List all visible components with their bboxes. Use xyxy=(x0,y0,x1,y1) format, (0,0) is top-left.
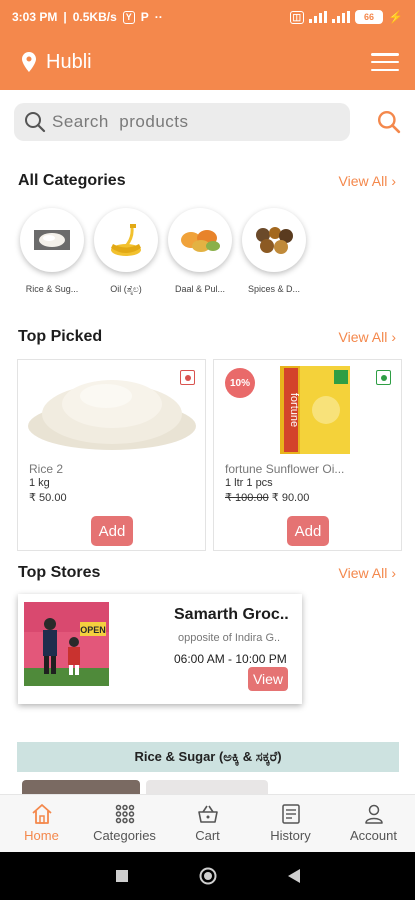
category-item[interactable]: Rice & Sug... xyxy=(20,208,84,295)
product-old-price: ₹ 100.00 xyxy=(225,492,269,504)
product-quantity: 1 kg xyxy=(29,477,50,489)
signal-icon xyxy=(332,11,351,23)
vibrate-icon: ◫ xyxy=(289,10,305,24)
section-title: Top Stores xyxy=(18,564,101,581)
charging-icon: ⚡ xyxy=(388,10,403,24)
category-item[interactable]: Spices & D... xyxy=(242,208,306,295)
home-icon xyxy=(31,804,52,824)
nav-categories[interactable]: Categories xyxy=(83,795,166,852)
receipt-icon xyxy=(281,804,300,824)
basket-icon xyxy=(197,805,218,823)
battery-icon: 66 xyxy=(355,10,384,24)
category-label: Oil (ತೈಲ) xyxy=(110,284,142,294)
search-input[interactable] xyxy=(52,112,322,132)
nav-label: Cart xyxy=(195,828,220,843)
category-image xyxy=(94,208,158,272)
chevron-right-icon: › xyxy=(391,565,396,581)
grid-icon xyxy=(115,804,134,824)
nav-account[interactable]: Account xyxy=(332,795,415,852)
category-label: Rice & Sug... xyxy=(25,284,79,294)
nav-label: Categories xyxy=(93,828,156,843)
categories-row: Rice & Sug... Oil (ತೈಲ) Daal & Pul... Sp… xyxy=(20,208,306,295)
status-time: 3:03 PM xyxy=(12,10,58,24)
more-notifications-icon: ·· xyxy=(154,10,163,24)
nav-label: Home xyxy=(24,828,59,843)
search-row xyxy=(0,92,415,152)
chevron-right-icon: › xyxy=(391,329,396,345)
store-image: OPEN xyxy=(24,602,109,686)
banner-product-image xyxy=(22,780,140,794)
store-hours: 06:00 AM - 10:00 PM xyxy=(174,652,287,666)
product-price: ₹ 50.00 xyxy=(29,492,67,504)
product-image xyxy=(28,380,196,450)
user-icon xyxy=(364,804,383,824)
nav-history[interactable]: History xyxy=(249,795,332,852)
nav-label: History xyxy=(270,828,311,843)
hamburger-menu-icon[interactable] xyxy=(371,53,399,71)
category-banner[interactable]: Rice & Sugar (ಅಕ್ಕಿ & ಸಕ್ಕರೆ) xyxy=(17,742,399,772)
add-to-cart-button[interactable]: Add xyxy=(91,516,133,546)
add-to-cart-button[interactable]: Add xyxy=(287,516,329,546)
back-icon[interactable] xyxy=(287,868,301,884)
store-name: Samarth Groc.. xyxy=(174,606,289,623)
product-list: Rice 2 1 kg ₹ 50.00 Add fortune 10% fort… xyxy=(17,359,402,551)
nav-cart[interactable]: Cart xyxy=(166,795,249,852)
product-name: fortune Sunflower Oi... xyxy=(225,462,345,476)
product-card[interactable]: Rice 2 1 kg ₹ 50.00 Add xyxy=(17,359,206,551)
bottom-navigation: Home Categories Cart History Account xyxy=(0,794,415,852)
notification-icon: Y xyxy=(122,10,135,24)
veg-indicator-icon xyxy=(376,370,391,385)
banner-title: Rice & Sugar (ಅಕ್ಕಿ & ಸಕ್ಕರೆ) xyxy=(134,749,282,764)
view-store-button[interactable]: View xyxy=(248,667,288,691)
categories-header: All Categories View All › xyxy=(18,172,396,190)
nav-home[interactable]: Home xyxy=(0,795,83,852)
status-bar: 3:03 PM | 0.5KB/s Y P ·· ◫ 66 ⚡ xyxy=(0,0,415,34)
paytm-icon: P xyxy=(140,10,149,24)
home-button-icon[interactable] xyxy=(199,867,217,885)
category-item[interactable]: Daal & Pul... xyxy=(168,208,232,295)
top-stores-view-all-link[interactable]: View All › xyxy=(339,565,396,581)
top-picked-view-all-link[interactable]: View All › xyxy=(339,329,396,345)
store-card[interactable]: OPEN Samarth Groc.. opposite of Indira G… xyxy=(18,594,302,704)
discount-badge: 10% xyxy=(225,368,255,398)
signal-icon xyxy=(309,11,328,23)
category-image xyxy=(168,208,232,272)
search-button-icon[interactable] xyxy=(377,110,401,134)
section-title: Top Picked xyxy=(18,328,103,345)
category-image xyxy=(20,208,84,272)
product-price-block: ₹ 100.00 ₹ 90.00 xyxy=(225,491,309,504)
store-image-text: OPEN xyxy=(80,625,106,635)
system-navigation-bar xyxy=(0,852,415,900)
product-name: Rice 2 xyxy=(29,462,64,476)
app-header: Hubli xyxy=(0,34,415,90)
category-label: Daal & Pul... xyxy=(174,284,226,294)
top-stores-header: Top Stores View All › xyxy=(18,564,396,582)
product-quantity: 1 ltr 1 pcs xyxy=(225,477,273,489)
svg-text:fortune: fortune xyxy=(288,393,300,427)
recent-apps-icon[interactable] xyxy=(115,869,129,883)
location-selector[interactable]: Hubli xyxy=(22,51,92,74)
store-address: opposite of Indira G.. xyxy=(178,632,281,644)
category-label: Spices & D... xyxy=(247,284,301,294)
product-price: ₹ 90.00 xyxy=(271,492,310,504)
nav-label: Account xyxy=(350,828,397,843)
section-title: All Categories xyxy=(18,172,126,189)
category-item[interactable]: Oil (ತೈಲ) xyxy=(94,208,158,295)
chevron-right-icon: › xyxy=(391,173,396,189)
location-pin-icon xyxy=(22,52,36,72)
categories-view-all-link[interactable]: View All › xyxy=(339,173,396,189)
status-speed: 0.5KB/s xyxy=(72,10,117,24)
search-icon xyxy=(25,112,46,133)
battery-level: 66 xyxy=(364,12,375,22)
product-card[interactable]: fortune 10% fortune Sunflower Oi... 1 lt… xyxy=(213,359,402,551)
search-box[interactable] xyxy=(14,103,350,141)
banner-product-image xyxy=(146,780,268,794)
location-label: Hubli xyxy=(46,50,92,73)
top-picked-header: Top Picked View All › xyxy=(18,328,396,346)
category-image xyxy=(242,208,306,272)
non-veg-indicator-icon xyxy=(180,370,195,385)
